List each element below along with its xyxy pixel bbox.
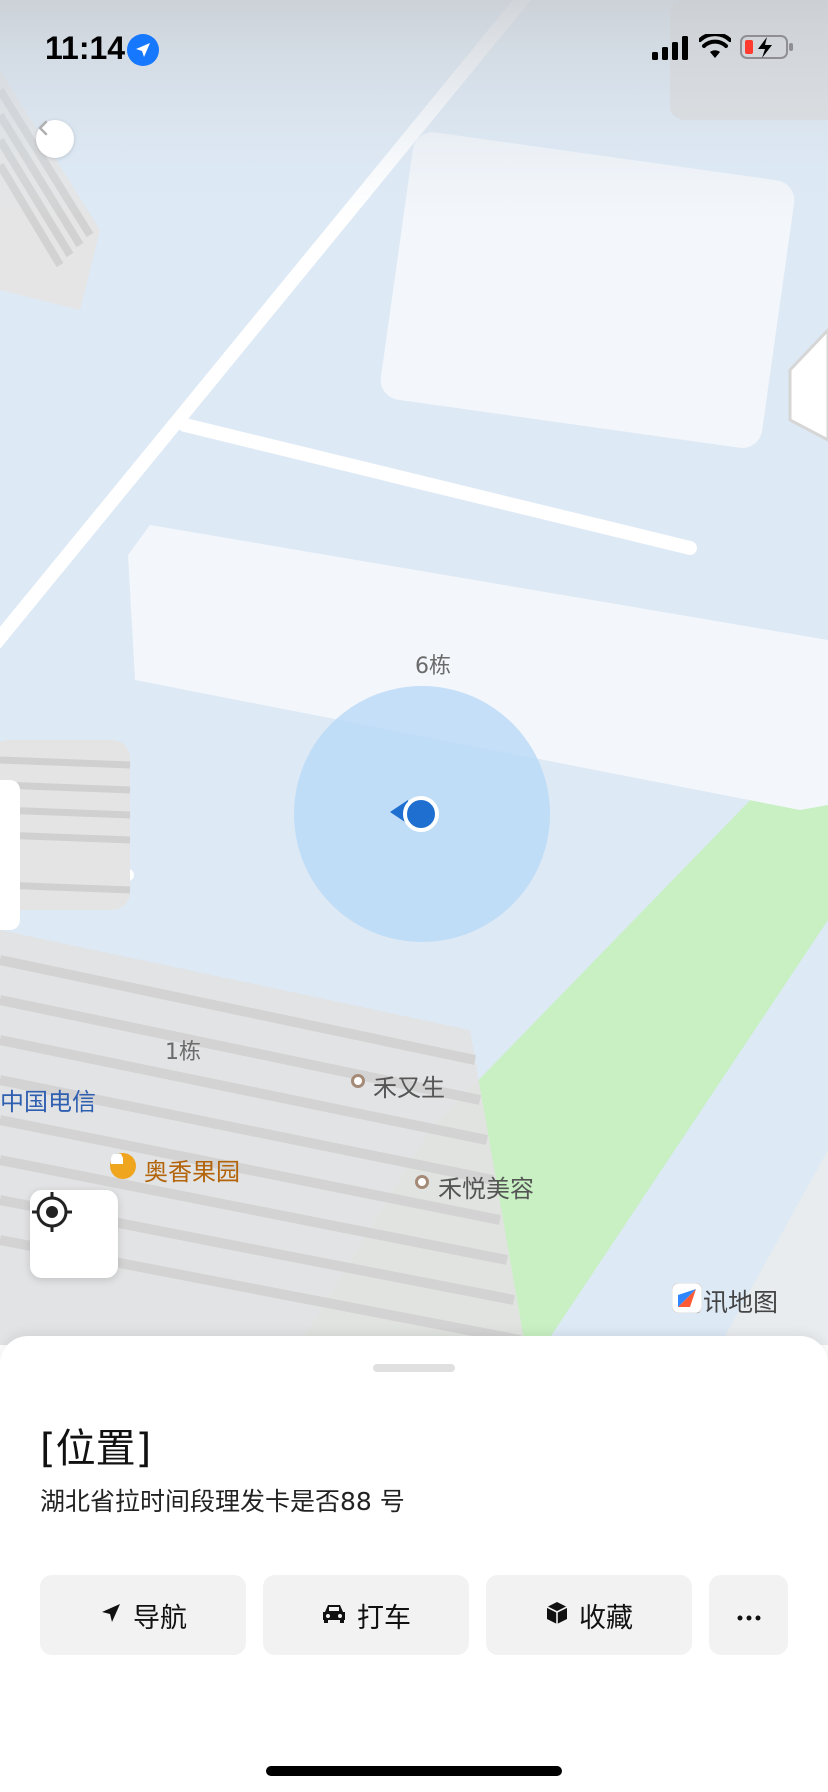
fruit-shop-icon[interactable] [110,1153,136,1179]
building-6-label: 6栋 [415,654,451,679]
location-dot [403,796,439,832]
home-indicator[interactable] [266,1766,562,1776]
map-view[interactable]: 6栋 1栋 中国电信 奥香果园 禾又生 禾悦美容 11:14 腾讯地图 [0,0,828,1345]
building-1 [0,930,525,1345]
poi-1-label[interactable]: 禾又生 [373,1068,445,1103]
favorite-label: 收藏 [579,1602,633,1634]
sheet-handle[interactable] [373,1364,455,1372]
map-brand: 腾讯地图 [672,1283,778,1319]
taxi-button[interactable]: 打车 [263,1575,469,1655]
china-telecom-label[interactable]: 中国电信 [0,1082,96,1117]
favorite-button[interactable]: 收藏 [486,1575,692,1655]
status-time: 11:14 [45,30,126,66]
poi-1-dot[interactable] [351,1074,365,1088]
fruit-shop-label[interactable]: 奥香果园 [144,1152,240,1187]
car-icon [321,1602,347,1628]
location-screen: 6栋 1栋 中国电信 奥香果园 禾又生 禾悦美容 11:14 腾讯地图 [位置]… [0,0,828,1792]
poi-2-label[interactable]: 禾悦美容 [438,1169,534,1204]
location-title: [位置] [40,1426,152,1472]
navigate-button[interactable]: 导航 [40,1575,246,1655]
more-icon [737,1606,761,1625]
taxi-label: 打车 [357,1602,411,1634]
location-sheet: [位置] 湖北省拉时间段理发卡是否88 号 导航 打车 收藏 [0,1336,828,1792]
navigation-arrow-icon [99,1601,123,1629]
more-button[interactable] [709,1575,788,1655]
map-canvas [0,0,828,1345]
side-road [178,418,697,555]
cube-icon [545,1601,569,1629]
locate-button[interactable] [30,1190,118,1278]
location-address: 湖北省拉时间段理发卡是否88 号 [40,1487,405,1516]
navigate-label: 导航 [133,1602,187,1634]
back-button[interactable] [36,120,74,158]
action-bar: 导航 打车 收藏 [40,1575,788,1655]
poi-2-dot[interactable] [415,1175,429,1189]
building-edge [788,327,828,442]
building-striped-left [0,740,131,930]
status-bar: 11:14 [0,0,828,100]
building-1-label: 1栋 [165,1040,201,1065]
